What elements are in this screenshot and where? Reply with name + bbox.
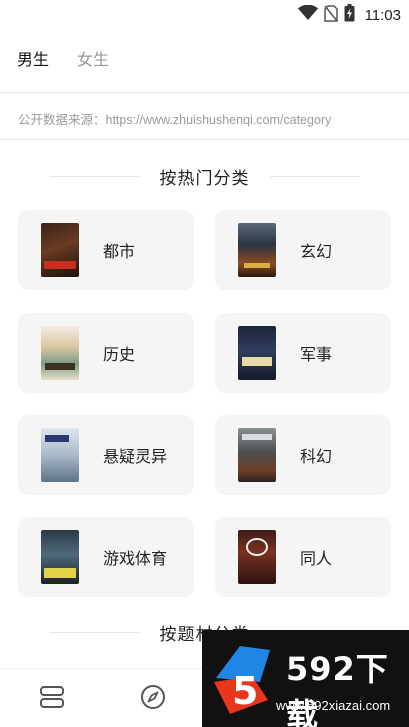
category-label: 军事 (300, 345, 333, 364)
watermark-text: 592下载 (286, 650, 389, 727)
category-label: 游戏体育 (103, 549, 168, 568)
divider (0, 92, 409, 93)
book-cover-image (238, 428, 276, 482)
wifi-icon (297, 4, 318, 25)
compass-icon (140, 684, 166, 714)
book-cover-image (238, 326, 276, 380)
header-line-left (49, 175, 140, 177)
category-card-gaming-sports[interactable]: 游戏体育 (18, 517, 194, 597)
category-label: 玄幻 (300, 242, 333, 261)
tab-male[interactable]: 男生 (17, 46, 49, 70)
section-title: 按热门分类 (159, 168, 250, 189)
category-card-urban[interactable]: 都市 (18, 210, 194, 290)
header-line-left (49, 631, 140, 633)
category-label: 悬疑灵异 (103, 447, 168, 466)
site-watermark: 5 592下载 www.592xiazai.com (202, 630, 409, 727)
header-line-right (269, 175, 360, 177)
section-header-hot: 按热门分类 (0, 161, 409, 191)
nav-discover[interactable] (139, 685, 167, 713)
watermark-logo: 5 (210, 642, 276, 722)
divider (0, 139, 409, 140)
book-cover-image (41, 326, 79, 380)
category-card-mystery[interactable]: 悬疑灵异 (18, 415, 194, 495)
data-source-text: 公开数据来源：https://www.zhuishushenqi.com/cat… (18, 113, 332, 127)
category-label: 都市 (103, 242, 136, 261)
category-label: 历史 (103, 345, 136, 364)
gender-tabs: 男生 女生 (17, 46, 109, 70)
bookshelf-icon (39, 685, 65, 713)
status-icons: 11:03 (297, 4, 401, 26)
tab-female[interactable]: 女生 (77, 46, 109, 70)
category-card-fanfiction[interactable]: 同人 (215, 517, 391, 597)
category-card-scifi[interactable]: 科幻 (215, 415, 391, 495)
no-sim-icon (323, 4, 338, 26)
svg-text:5: 5 (232, 669, 258, 713)
category-card-military[interactable]: 军事 (215, 313, 391, 393)
book-cover-image (41, 530, 79, 584)
battery-charging-icon (344, 4, 355, 26)
watermark-url: www.592xiazai.com (276, 698, 391, 713)
book-cover-image (41, 223, 79, 277)
category-card-fantasy[interactable]: 玄幻 (215, 210, 391, 290)
category-card-history[interactable]: 历史 (18, 313, 194, 393)
status-bar: 11:03 (0, 0, 409, 30)
category-label: 科幻 (300, 447, 333, 466)
nav-bookshelf[interactable] (38, 685, 66, 713)
category-label: 同人 (300, 549, 333, 568)
book-cover-image (238, 530, 276, 584)
status-time: 11:03 (364, 6, 401, 24)
book-cover-image (238, 223, 276, 277)
book-cover-image (41, 428, 79, 482)
